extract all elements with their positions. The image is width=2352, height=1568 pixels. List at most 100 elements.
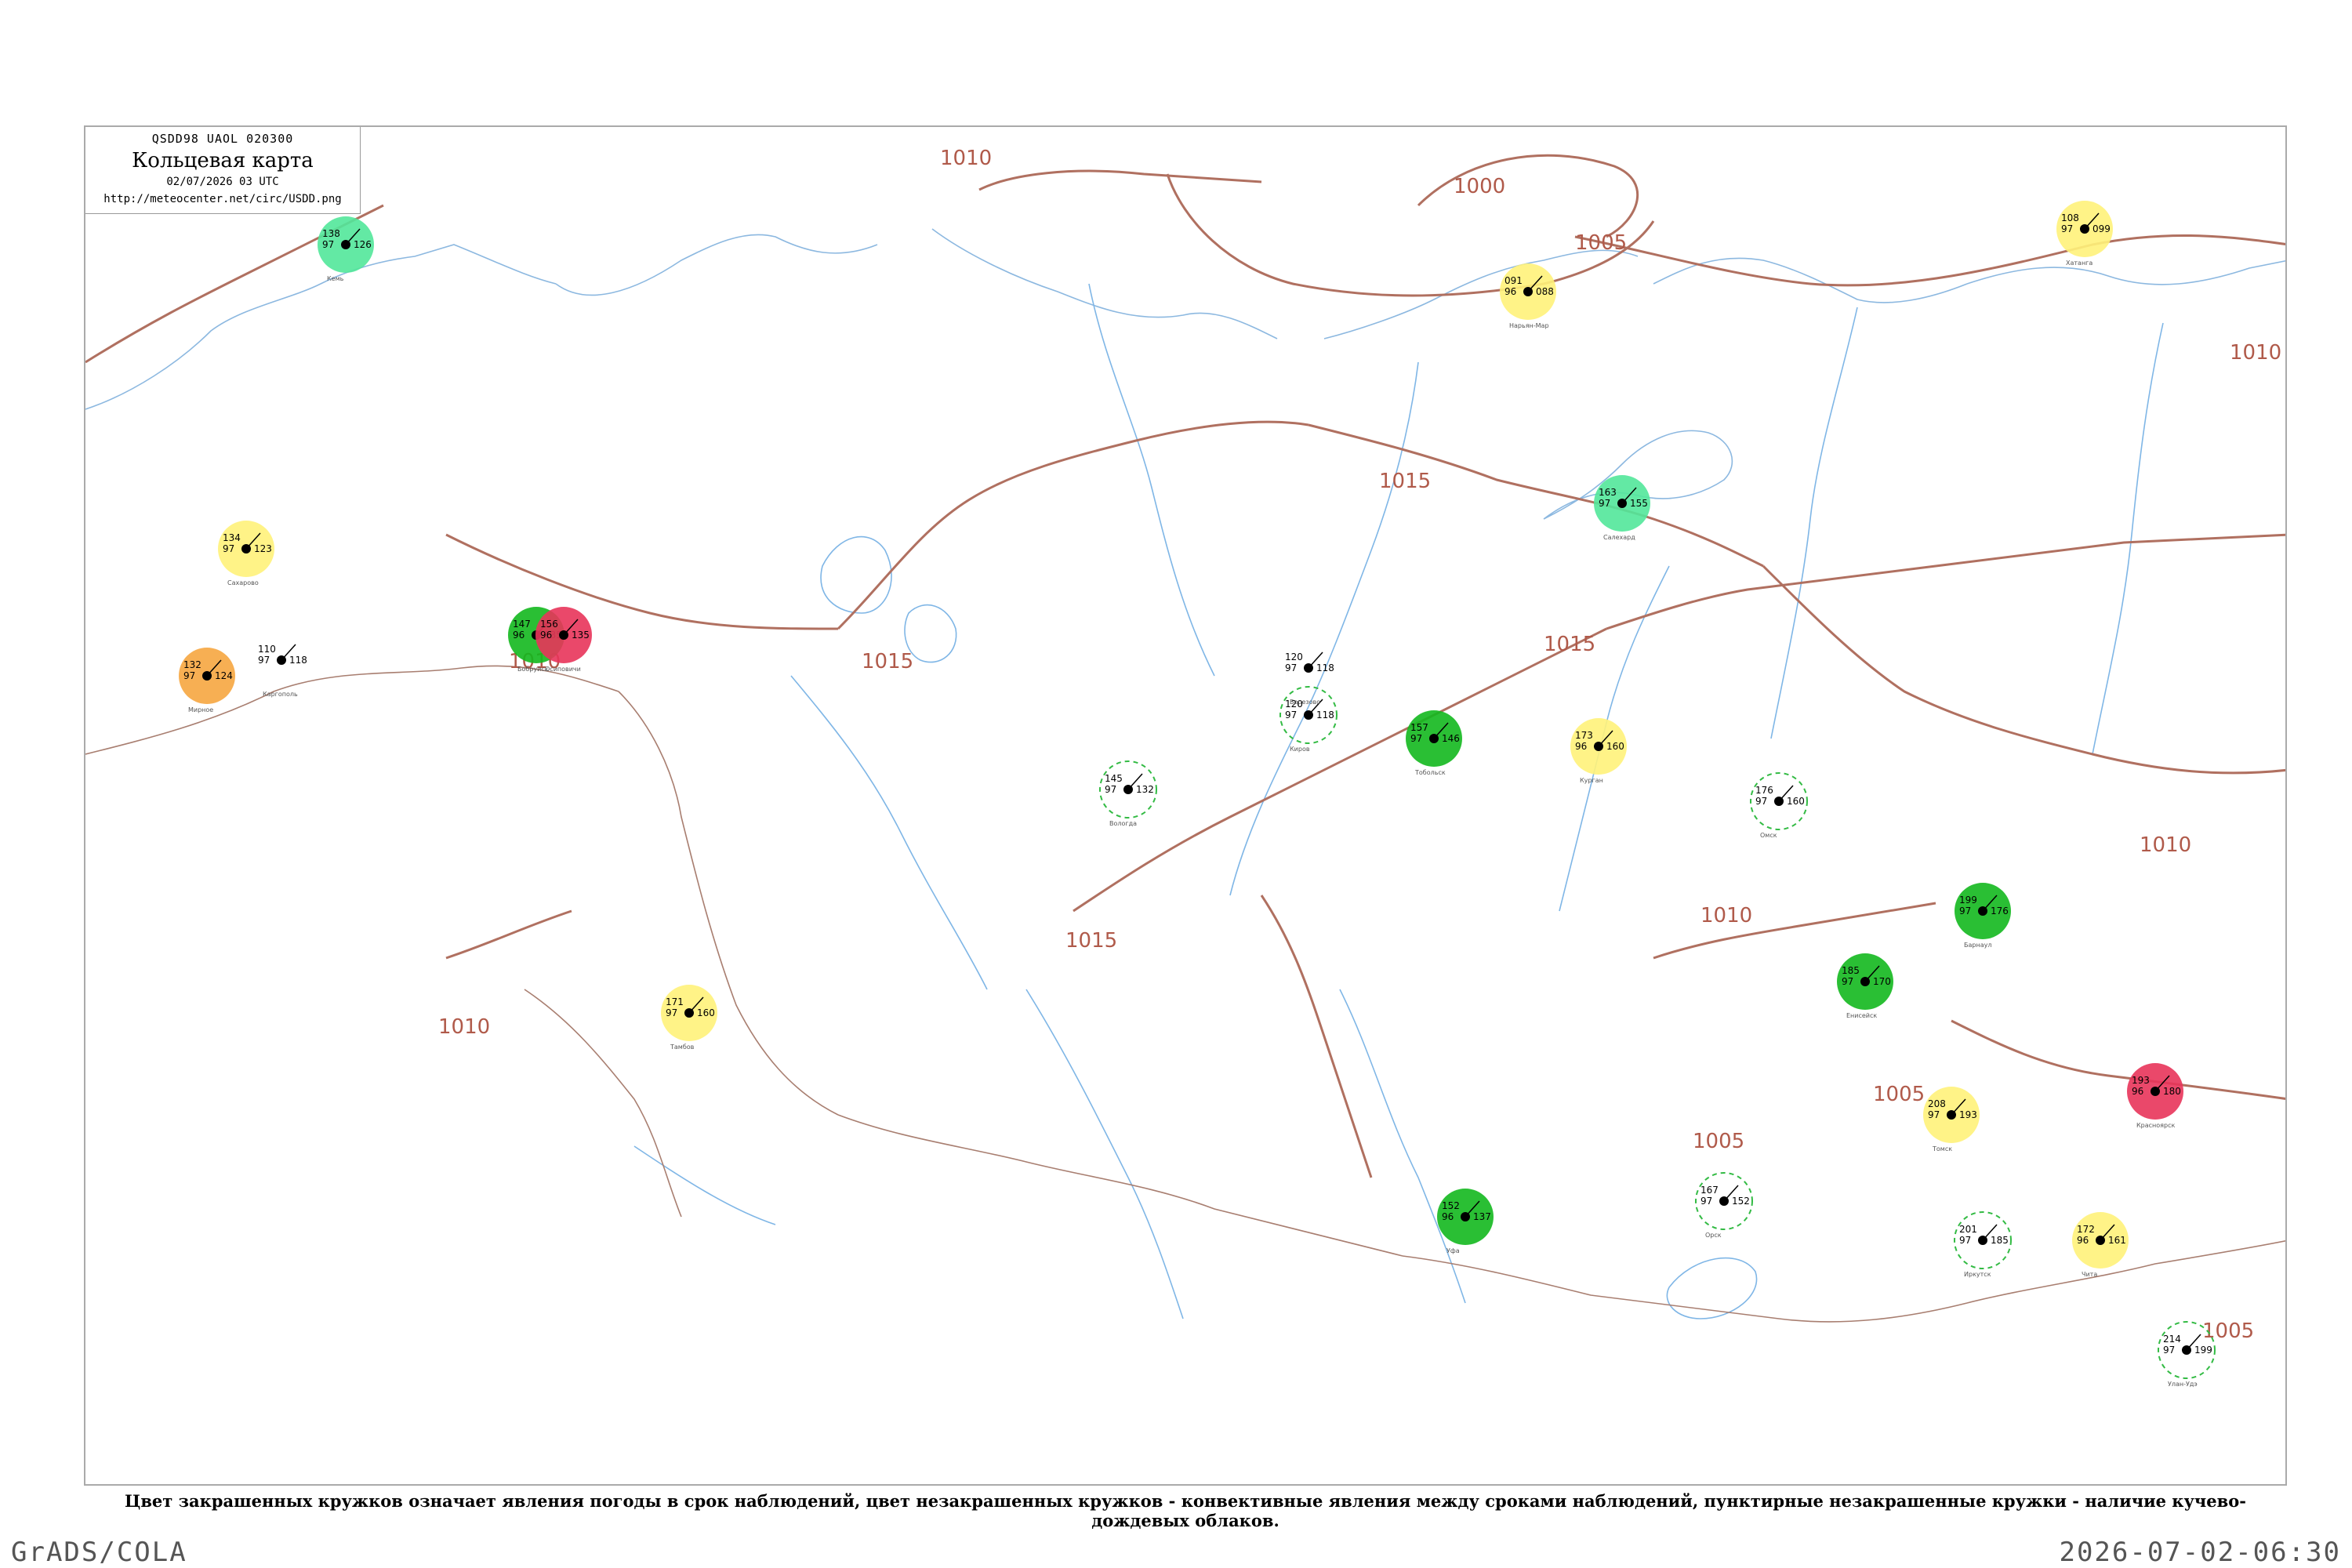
isobar-label: 1005 <box>1873 1083 1925 1106</box>
map-url[interactable]: http://meteocenter.net/circ/USDD.png <box>85 193 360 205</box>
station-model[interactable]: 12097 118 Березово <box>1285 652 1334 706</box>
station-dewpoint: 97 <box>1700 1196 1712 1207</box>
station-name: Тобольск <box>1414 769 1446 776</box>
isobar-label: 1010 <box>1700 904 1752 927</box>
station-model[interactable]: 16797 152 Орск <box>1695 1172 1753 1239</box>
isobar-label: 1010 <box>2140 833 2191 857</box>
map-title: Кольцевая карта <box>132 149 314 172</box>
bulletin-code: QSDD98 UAOL 020300 <box>151 132 294 146</box>
isobars <box>85 154 2285 1178</box>
station-pressure: 176 <box>1991 906 2009 916</box>
station-model[interactable]: 20197 185 Иркутск <box>1954 1211 2012 1278</box>
station-dewpoint: 97 <box>1959 906 1971 916</box>
station-dewpoint: 97 <box>1410 733 1422 744</box>
isobar-label: 1005 <box>2202 1319 2254 1343</box>
station-dewpoint: 96 <box>513 630 524 641</box>
station-dewpoint: 96 <box>2132 1086 2143 1097</box>
station-model[interactable]: 17697 160 Омск <box>1750 772 1808 839</box>
station-model[interactable]: 13297 124 Мирное <box>179 648 235 713</box>
station-model[interactable]: 20897 193 Томск <box>1923 1087 1980 1152</box>
station-name: Салехард <box>1603 534 1635 541</box>
station-temperature: 156 <box>540 619 558 630</box>
weather-map[interactable]: 1010 1000 1005 1010 1015 1015 1010 1015 … <box>85 127 2287 1486</box>
isobar-label: 1010 <box>438 1015 490 1039</box>
station-dewpoint: 97 <box>1755 796 1767 807</box>
station-model[interactable]: 13497 123 Сахарово <box>218 521 274 586</box>
station-name: Киров <box>1290 746 1310 753</box>
station-name: Красноярск <box>2136 1122 2175 1129</box>
station-name: Березово <box>1290 699 1320 706</box>
station-model[interactable]: 11097 118 Каргополь <box>258 644 307 698</box>
station-temperature: 214 <box>2163 1334 2181 1345</box>
station-temperature: 201 <box>1959 1224 1977 1235</box>
station-dewpoint: 97 <box>183 670 195 681</box>
station-temperature: 091 <box>1504 275 1523 286</box>
legend-caption: Цвет закрашенных кружков означает явлени… <box>125 1491 2246 1530</box>
station-temperature: 199 <box>1959 895 1977 906</box>
station-model[interactable]: 19997 176 Барнаул <box>1955 883 2011 949</box>
station-temperature: 193 <box>2132 1075 2150 1086</box>
station-name: Каргополь <box>263 691 298 698</box>
map-datetime: 02/07/2026 03 UTC <box>166 176 279 188</box>
station-model[interactable]: 16397 155 Салехард <box>1594 475 1650 541</box>
station-dewpoint: 97 <box>1959 1235 1971 1246</box>
isobar-label: 1010 <box>940 147 992 170</box>
station-pressure: 118 <box>1316 710 1334 720</box>
station-name: Орск <box>1705 1232 1722 1239</box>
station-name: Барнаул <box>1964 942 1991 949</box>
station-temperature: 120 <box>1285 652 1303 662</box>
station-temperature: 147 <box>513 619 531 630</box>
station-dewpoint: 97 <box>1285 662 1297 673</box>
station-model[interactable]: 19396 180 Красноярск <box>2127 1063 2183 1129</box>
isobar-label: 1015 <box>1379 470 1431 493</box>
station-pressure: 185 <box>1991 1235 2009 1246</box>
station-temperature: 138 <box>322 228 340 239</box>
station-pressure: 123 <box>254 543 272 554</box>
station-model[interactable]: 17396 160 Курган <box>1570 718 1627 784</box>
station-dewpoint: 96 <box>2077 1235 2089 1246</box>
station-pressure: 160 <box>1606 741 1624 752</box>
station-dewpoint: 97 <box>1599 498 1610 509</box>
boundaries <box>85 665 2285 1323</box>
station-model[interactable]: 15296 137 Уфа <box>1437 1189 1494 1254</box>
station-name: Сахарово <box>227 579 259 586</box>
station-model[interactable]: 13897 126 Кемь <box>318 216 374 282</box>
station-name: Енисейск <box>1846 1012 1877 1019</box>
station-temperature: 132 <box>183 659 201 670</box>
rivers <box>633 283 2164 1319</box>
station-name: Курган <box>1580 777 1603 784</box>
station-name: Хатанга <box>2066 260 2092 267</box>
isobar-label: 1000 <box>1454 175 1505 198</box>
station-model[interactable]: 10897 099 Хатанга <box>2056 201 2113 267</box>
station-model[interactable]: 14597 132 Вологда <box>1099 760 1157 827</box>
station-temperature: 176 <box>1755 785 1773 796</box>
station-temperature: 152 <box>1442 1200 1460 1211</box>
station-pressure: 146 <box>1442 733 1460 744</box>
station-temperature: 134 <box>223 532 241 543</box>
isobar-label: 1005 <box>1693 1130 1744 1153</box>
station-dewpoint: 97 <box>1105 784 1116 795</box>
station-pressure: 155 <box>1630 498 1648 509</box>
station-model[interactable]: 17197 160 Тамбов <box>661 985 717 1051</box>
station-model[interactable]: 09196 088 Нарьян-Мар <box>1500 263 1556 329</box>
station-pressure: 118 <box>1316 662 1334 673</box>
station-dewpoint: 96 <box>540 630 552 641</box>
station-temperature: 171 <box>666 996 684 1007</box>
station-pressure: 160 <box>697 1007 715 1018</box>
station-dewpoint: 96 <box>1442 1211 1454 1222</box>
map-frame[interactable]: 1010 1000 1005 1010 1015 1015 1010 1015 … <box>84 125 2287 1486</box>
station-temperature: 157 <box>1410 722 1428 733</box>
station-name: Томск <box>1932 1145 1952 1152</box>
station-pressure: 124 <box>215 670 233 681</box>
station-temperature: 172 <box>2077 1224 2095 1235</box>
station-name: Нарьян-Мар <box>1509 322 1549 329</box>
station-model[interactable]: 12097 118Киров <box>1279 686 1338 753</box>
station-model[interactable]: 15797 146 Тобольск <box>1406 710 1462 776</box>
station-temperature: 208 <box>1928 1098 1946 1109</box>
station-model[interactable]: 17296 161 Чита <box>2072 1212 2129 1278</box>
station-pressure: 088 <box>1536 286 1554 297</box>
station-pressure: 180 <box>2163 1086 2181 1097</box>
station-model[interactable]: 18597 170 Енисейск <box>1837 953 1893 1019</box>
station-dewpoint: 97 <box>2061 223 2073 234</box>
station-name: Кемь <box>327 275 344 282</box>
